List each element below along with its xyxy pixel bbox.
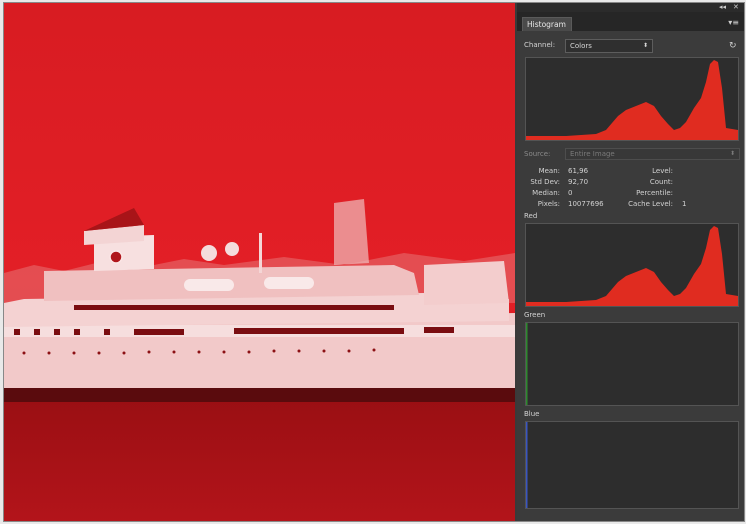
ship-photo <box>4 3 515 521</box>
composite-histogram <box>525 57 739 141</box>
app-window: ◂◂ ✕ Histogram ▾≡ Channel: Colors ⬍ ↻ So… <box>3 2 745 522</box>
green-histogram-graph <box>526 323 528 405</box>
green-channel-label: Green <box>524 311 546 319</box>
source-label: Source: <box>524 150 551 158</box>
percentile-label: Percentile: <box>636 189 673 197</box>
channel-label: Channel: <box>524 41 556 49</box>
histogram-panel: ◂◂ ✕ Histogram ▾≡ Channel: Colors ⬍ ↻ So… <box>517 3 744 521</box>
blue-histogram-spike <box>526 422 528 508</box>
red-histogram-fill <box>526 226 738 306</box>
refresh-icon[interactable]: ↻ <box>729 41 739 51</box>
pixels-label: Pixels: <box>537 200 560 208</box>
stddev-value: 92,70 <box>568 178 589 186</box>
median-label: Median: <box>532 189 560 197</box>
median-value: 0 <box>568 189 573 197</box>
panel-title-strip: ◂◂ ✕ <box>517 3 744 12</box>
chevron-updown-icon: ⬍ <box>729 150 735 157</box>
mean-label: Mean: <box>538 167 560 175</box>
blue-channel-label: Blue <box>524 410 540 418</box>
close-panel-icon[interactable]: ✕ <box>733 3 739 12</box>
pixels-value: 10077696 <box>568 200 604 208</box>
red-channel-label: Red <box>524 212 538 220</box>
stddev-label: Std Dev: <box>530 178 560 186</box>
blue-histogram-graph <box>526 422 528 508</box>
blue-histogram <box>525 421 739 509</box>
panel-menu-icon[interactable]: ▾≡ <box>728 18 739 27</box>
image-canvas[interactable] <box>4 3 515 521</box>
chevron-updown-icon: ⬍ <box>642 42 648 49</box>
cache-level-value: 1 <box>682 200 687 208</box>
panel-tab-bar: Histogram ▾≡ <box>517 12 744 31</box>
collapse-panel-icon[interactable]: ◂◂ <box>719 3 726 12</box>
tab-histogram[interactable]: Histogram <box>522 17 572 31</box>
source-value: Entire Image <box>570 150 615 158</box>
cache-level-label: Cache Level: <box>628 200 673 208</box>
count-label: Count: <box>649 178 673 186</box>
composite-histogram-graph <box>526 60 738 140</box>
mean-value: 61,96 <box>568 167 589 175</box>
source-select[interactable]: Entire Image ⬍ <box>565 148 740 160</box>
channel-value: Colors <box>570 42 592 50</box>
level-label: Level: <box>652 167 673 175</box>
green-histogram <box>525 322 739 406</box>
composite-histogram-fill <box>526 60 738 140</box>
red-histogram <box>525 223 739 307</box>
red-histogram-graph <box>526 226 738 306</box>
green-histogram-spike <box>526 323 528 405</box>
channel-select[interactable]: Colors ⬍ <box>565 39 653 53</box>
